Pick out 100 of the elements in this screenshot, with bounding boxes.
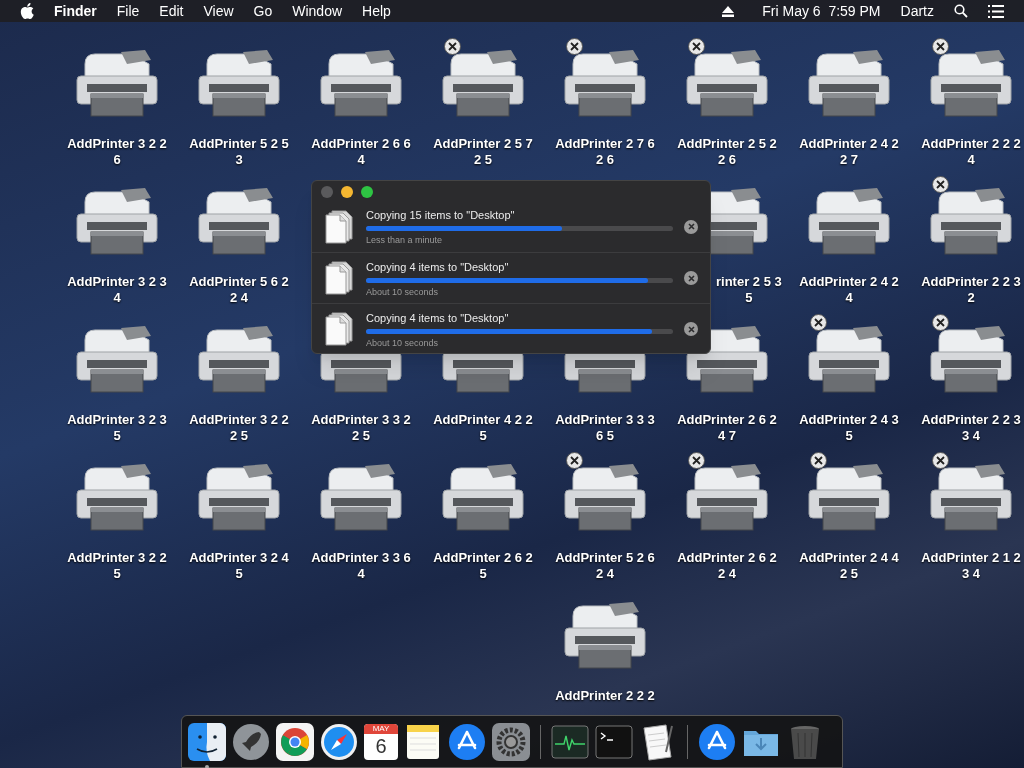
icon-label[interactable]: AddPrinter 2 6 2 [433, 550, 533, 566]
app-store-icon[interactable] [448, 722, 486, 761]
icon-label[interactable]: 2 5 [351, 428, 371, 444]
icon-label[interactable]: 2 7 [839, 152, 859, 168]
app-store-icon[interactable] [698, 722, 736, 761]
remove-badge-icon[interactable] [566, 38, 583, 55]
terminal-icon[interactable] [595, 722, 633, 761]
icon-label[interactable]: AddPrinter 2 2 2 [921, 136, 1021, 152]
icon-label[interactable]: AddPrinter 3 2 2 [189, 412, 289, 428]
icon-label[interactable]: rinter 2 5 3 [716, 274, 782, 290]
finder-icon[interactable] [188, 722, 226, 761]
icon-label[interactable]: 2 4 [229, 290, 249, 306]
remove-badge-icon[interactable] [932, 314, 949, 331]
icon-label[interactable]: 5 [113, 428, 121, 444]
icon-label[interactable]: AddPrinter 2 2 2 [555, 688, 655, 704]
icon-label[interactable]: AddPrinter 2 1 2 [921, 550, 1021, 566]
icon-label[interactable]: AddPrinter 2 6 2 [677, 550, 777, 566]
remove-badge-icon[interactable] [932, 38, 949, 55]
search-icon[interactable] [954, 4, 968, 18]
icon-label[interactable]: 4 [967, 152, 975, 168]
menu-item[interactable]: Edit [159, 0, 184, 22]
icon-label[interactable]: AddPrinter 2 4 4 [799, 550, 899, 566]
icon-label[interactable]: 2 5 [839, 566, 859, 582]
chrome-icon[interactable] [276, 722, 314, 761]
activity-monitor-icon[interactable] [551, 722, 589, 761]
list-icon[interactable] [988, 4, 1004, 18]
icon-label[interactable]: 3 [235, 152, 243, 168]
icon-label[interactable]: 4 [357, 566, 365, 582]
icon-label[interactable]: AddPrinter 2 5 2 [677, 136, 777, 152]
icon-label[interactable]: 4 [357, 152, 365, 168]
icon-label[interactable]: AddPrinter 2 4 2 [799, 136, 899, 152]
icon-label[interactable]: 2 6 [595, 152, 615, 168]
icon-label[interactable]: 2 5 [229, 428, 249, 444]
icon-label[interactable]: 4 7 [717, 428, 737, 444]
notepad-icon[interactable] [404, 722, 442, 761]
compass-icon[interactable] [320, 722, 358, 761]
app-menu[interactable]: Finder [54, 0, 97, 22]
icon-label[interactable]: 2 4 [717, 566, 737, 582]
icon-label[interactable]: 5 [745, 290, 753, 306]
icon-label[interactable]: AddPrinter 3 2 3 [67, 412, 167, 428]
icon-label[interactable]: 2 [967, 290, 975, 306]
remove-badge-icon[interactable] [444, 38, 461, 55]
icon-label[interactable]: AddPrinter 3 2 2 [67, 550, 167, 566]
icon-label[interactable]: AddPrinter 2 2 3 [921, 412, 1021, 428]
menu-item[interactable]: View [203, 0, 234, 22]
icon-label[interactable]: 6 [113, 152, 121, 168]
icon-label[interactable]: AddPrinter 3 3 6 [311, 550, 411, 566]
icon-label[interactable]: AddPrinter 3 2 4 [189, 550, 289, 566]
cancel-button[interactable] [684, 219, 698, 234]
user-menu[interactable]: Dartz [900, 0, 934, 22]
icon-label[interactable]: AddPrinter 2 6 6 [311, 136, 411, 152]
icon-label[interactable]: AddPrinter 3 2 3 [67, 274, 167, 290]
icon-label[interactable]: 2 5 [473, 152, 493, 168]
icon-label[interactable]: AddPrinter 2 5 7 [433, 136, 533, 152]
icon-label[interactable]: 5 [113, 566, 121, 582]
eject-icon[interactable] [722, 5, 735, 17]
icon-label[interactable]: AddPrinter 3 2 2 [67, 136, 167, 152]
menu-item[interactable]: File [116, 0, 140, 22]
icon-label[interactable]: AddPrinter 3 3 3 [555, 412, 655, 428]
time-remaining: About 10 seconds [366, 286, 440, 298]
remove-badge-icon[interactable] [932, 452, 949, 469]
gear-icon[interactable] [492, 722, 530, 761]
icon-label[interactable]: 5 [479, 566, 487, 582]
icon-label[interactable]: AddPrinter 2 7 6 [555, 136, 655, 152]
minimize-window-button[interactable] [341, 186, 353, 198]
apple-menu-icon[interactable] [20, 3, 34, 19]
remove-badge-icon[interactable] [810, 452, 827, 469]
icon-label[interactable]: AddPrinter 2 6 2 [677, 412, 777, 428]
remove-badge-icon[interactable] [932, 176, 949, 193]
cancel-icon[interactable] [687, 223, 695, 230]
icon-label[interactable]: AddPrinter 4 2 2 [433, 412, 533, 428]
icon-label[interactable]: 5 [845, 428, 853, 444]
icon-label[interactable]: 4 [845, 290, 853, 306]
icon-label[interactable]: AddPrinter 2 4 3 [799, 412, 899, 428]
menu-item[interactable]: Go [253, 0, 273, 22]
remove-badge-icon[interactable] [566, 452, 583, 469]
icon-label[interactable]: AddPrinter 5 6 2 [189, 274, 289, 290]
icon-label[interactable]: AddPrinter 3 3 2 [311, 412, 411, 428]
menu-item[interactable]: Window [292, 0, 343, 22]
icon-label[interactable]: 2 6 [717, 152, 737, 168]
icon-label[interactable]: AddPrinter 2 2 3 [921, 274, 1021, 290]
icon-label[interactable]: 2 4 [595, 566, 615, 582]
remove-badge-icon[interactable] [688, 38, 705, 55]
icon-label[interactable]: AddPrinter 2 4 2 [799, 274, 899, 290]
menu-clock[interactable]: Fri May 6 7:59 PM [762, 0, 881, 22]
icon-label[interactable]: AddPrinter 5 2 5 [189, 136, 289, 152]
remove-badge-icon[interactable] [810, 314, 827, 331]
icon-label[interactable]: 5 [479, 428, 487, 444]
icon-label[interactable]: 5 [235, 566, 243, 582]
calendar-icon[interactable]: MAY 6 [364, 723, 398, 760]
menu-item[interactable]: Help [362, 0, 391, 22]
icon-label[interactable]: AddPrinter 5 2 6 [555, 550, 655, 566]
rocket-icon[interactable] [232, 722, 270, 761]
remove-badge-icon[interactable] [688, 452, 705, 469]
icon-label[interactable]: 4 [113, 290, 121, 306]
zoom-window-button[interactable] [361, 186, 373, 198]
icon-label[interactable]: 3 4 [961, 566, 981, 582]
icon-label[interactable]: 3 4 [961, 428, 981, 444]
calendar-day: 6 [375, 733, 387, 758]
icon-label[interactable]: 6 5 [595, 428, 615, 444]
